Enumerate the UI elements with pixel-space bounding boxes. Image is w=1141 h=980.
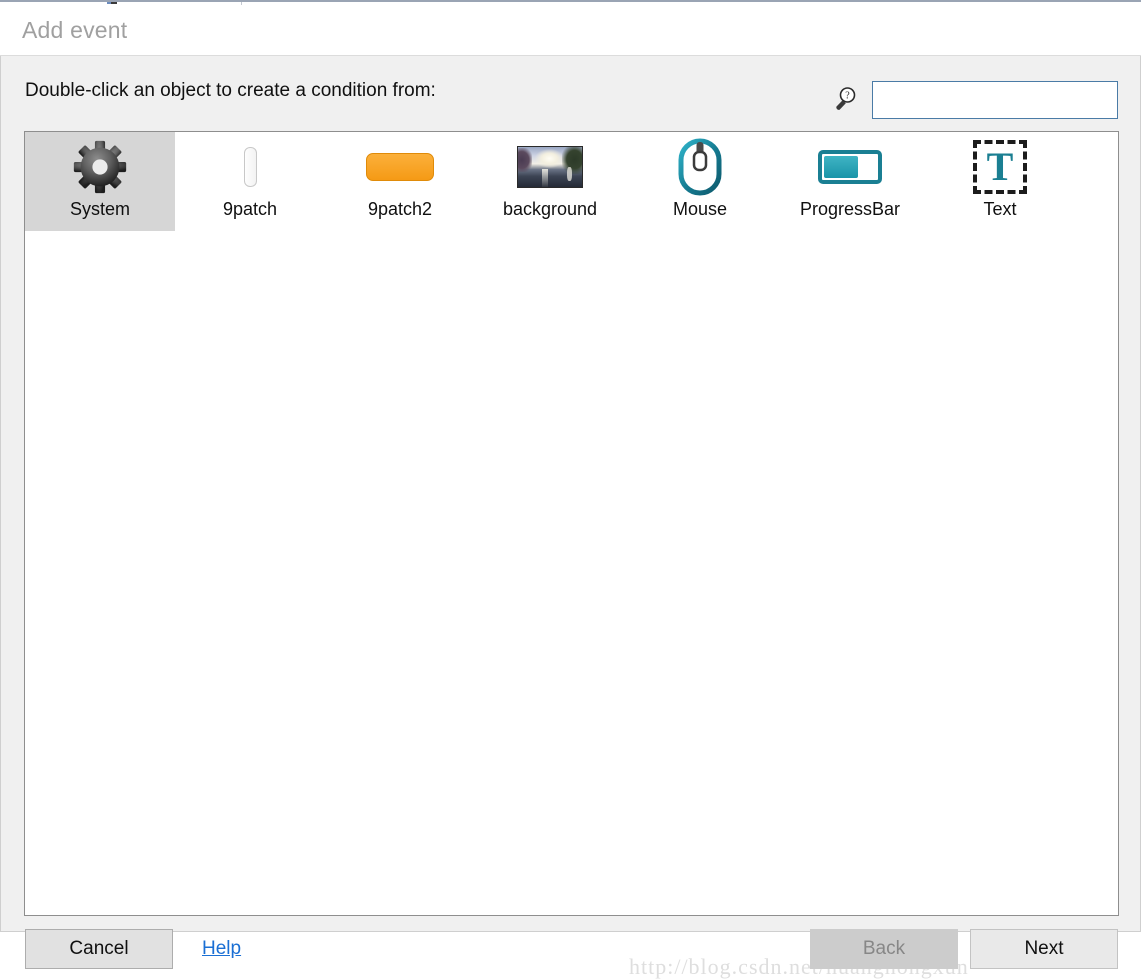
svg-text:?: ? bbox=[845, 91, 850, 102]
object-tile-text[interactable]: T Text bbox=[925, 132, 1075, 231]
object-tile-label: background bbox=[502, 199, 598, 219]
next-button[interactable]: Next bbox=[970, 929, 1118, 969]
progressbar-icon bbox=[775, 136, 925, 198]
object-tile-mouse[interactable]: Mouse bbox=[625, 132, 775, 231]
object-tile-background[interactable]: background bbox=[475, 132, 625, 231]
object-tile-9patch2[interactable]: 9patch2 bbox=[325, 132, 475, 231]
object-tile-system[interactable]: System bbox=[25, 132, 175, 231]
object-tile-label: ProgressBar bbox=[799, 199, 901, 219]
titlebar: Add event bbox=[0, 5, 1141, 56]
object-tile-label: 9patch bbox=[222, 199, 278, 219]
object-tile-label: Text bbox=[983, 199, 1017, 219]
back-button: Back bbox=[810, 929, 958, 969]
object-tile-label: System bbox=[69, 199, 130, 219]
search-input[interactable] bbox=[872, 81, 1118, 119]
object-tiles: System 9patch 9patch2 background Mouse P… bbox=[25, 132, 1075, 231]
dialog-body: Double-click an object to create a condi… bbox=[0, 56, 1141, 979]
cancel-button[interactable]: Cancel bbox=[25, 929, 173, 969]
page-title: Add event bbox=[22, 17, 128, 43]
magnifier-question-icon[interactable]: ? bbox=[833, 86, 857, 110]
object-tile-progressbar[interactable]: ProgressBar bbox=[775, 132, 925, 231]
object-tile-label: 9patch2 bbox=[367, 199, 433, 219]
prompt-row: Double-click an object to create a condi… bbox=[1, 56, 1140, 122]
prompt-label: Double-click an object to create a condi… bbox=[25, 80, 436, 101]
help-link[interactable]: Help bbox=[202, 938, 241, 960]
object-tile-label: Mouse bbox=[672, 199, 728, 219]
object-tile-9patch[interactable]: 9patch bbox=[175, 132, 325, 231]
photo-thumbnail-icon bbox=[475, 136, 625, 198]
add-event-dialog: Add event Double-click an object to crea… bbox=[0, 0, 1141, 979]
text-t-icon: T bbox=[925, 136, 1075, 198]
gear-icon bbox=[25, 136, 175, 198]
9patch-slim-icon bbox=[175, 136, 325, 198]
object-list-panel[interactable]: System 9patch 9patch2 background Mouse P… bbox=[24, 131, 1119, 916]
9patch-orange-icon bbox=[325, 136, 475, 198]
chrome-tick-accent-icon bbox=[107, 2, 111, 4]
mouse-icon bbox=[625, 136, 775, 198]
